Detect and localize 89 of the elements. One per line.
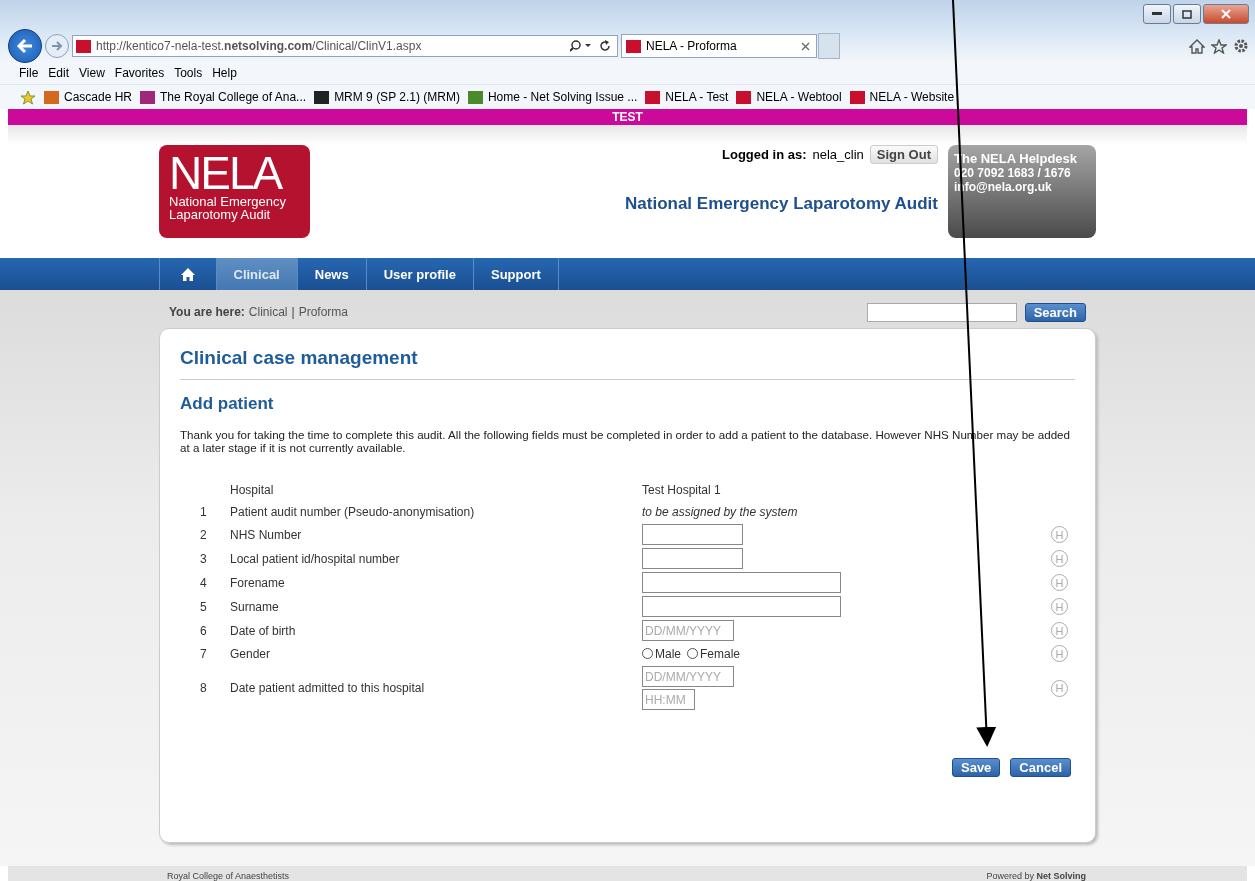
input-field[interactable] [642, 548, 743, 569]
date-field[interactable]: DD/MM/YYYY [642, 620, 734, 641]
radio-option[interactable]: Male [642, 646, 681, 661]
cancel-button[interactable]: Cancel [1010, 758, 1071, 777]
row-number: 6 [199, 623, 208, 638]
field-label: Date of birth [230, 623, 297, 638]
close-icon [1221, 9, 1231, 19]
favorite-link[interactable]: The Royal College of Ana... [140, 90, 307, 104]
star-icon[interactable] [1211, 38, 1227, 54]
field-label: Date patient admitted to this hospital [230, 681, 426, 695]
right-arrow-icon [51, 41, 63, 51]
favorite-link[interactable]: NELA - Webtool [736, 90, 842, 104]
menu-item[interactable]: Tools [169, 66, 208, 80]
minimize-button[interactable] [1143, 4, 1171, 24]
address-bar[interactable]: http://kentico7-nela-test.netsolving.com/Clinical/ClinV1.aspx [72, 35, 618, 57]
menu-item[interactable]: Edit [43, 66, 75, 80]
browser-tab[interactable]: NELA - Proforma [621, 34, 817, 58]
site-icon [626, 39, 641, 53]
forward-button[interactable] [45, 34, 69, 58]
site-icon [140, 90, 156, 104]
url-text: http://kentico7-nela-test.netsolving.com/Clinical/ClinV1.aspx [96, 39, 423, 53]
site-icon [314, 90, 330, 104]
footer-credit: Powered by Net Solving [986, 870, 1086, 881]
row-number: 7 [199, 646, 208, 661]
search-field[interactable] [866, 302, 1017, 322]
field-label: NHS Number [230, 527, 303, 542]
field-label: Patient audit number (Pseudo-anonymisation) [230, 504, 476, 519]
favorite-link[interactable]: NELA - Test [645, 90, 729, 104]
save-button[interactable]: Save [952, 758, 1001, 777]
field-label: Hospital [230, 482, 275, 497]
field-label: Surname [230, 599, 280, 614]
favorite-link[interactable]: MRM 9 (SP 2.1) (MRM) [314, 90, 460, 104]
favorite-link[interactable]: Home - Net Solving Issue ... [467, 90, 638, 104]
field-label: Forename [230, 575, 286, 590]
row-number: 1 [199, 504, 208, 519]
menu-item[interactable]: Favorites [109, 66, 170, 80]
page-title: Clinical case management [180, 347, 1075, 380]
footer-text: Royal College of Anaesthetists [167, 870, 290, 881]
breadcrumb-separator: | [291, 305, 295, 319]
time-field[interactable]: HH:MM [642, 689, 695, 710]
row-number: 3 [199, 551, 208, 566]
field-label: Local patient id/hospital number [230, 551, 401, 566]
search-icon[interactable] [570, 40, 594, 52]
row-number: 4 [199, 575, 208, 590]
back-button[interactable] [8, 29, 42, 63]
breadcrumb-link[interactable]: Proforma [298, 305, 348, 319]
search-button[interactable]: Search [1024, 302, 1086, 322]
favorite-link[interactable]: NELA - Website [849, 90, 955, 104]
field-label: Gender [230, 646, 272, 661]
sign-out-button[interactable]: Sign Out [869, 145, 938, 164]
home-icon[interactable] [1189, 38, 1205, 54]
site-icon [76, 39, 91, 53]
maximize-icon [1182, 9, 1192, 19]
site-title: National Emergency Laparotomy Audit [625, 194, 938, 214]
input-field[interactable] [642, 524, 743, 545]
environment-banner: TEST [8, 109, 1247, 125]
site-icon [849, 90, 865, 104]
site-icon [736, 90, 752, 104]
close-icon[interactable] [801, 41, 810, 51]
section-title: Add patient [180, 394, 275, 414]
left-arrow-icon [16, 38, 34, 54]
menu-item[interactable]: Help [207, 66, 242, 80]
username: nela_clin [812, 147, 864, 162]
date-field[interactable]: DD/MM/YYYY [642, 666, 734, 687]
star-icon[interactable] [20, 89, 36, 105]
settings-icon[interactable] [1233, 38, 1249, 54]
minimize-icon [1152, 12, 1162, 16]
radio-option[interactable]: Female [687, 646, 741, 661]
close-button[interactable] [1203, 4, 1249, 24]
maximize-button[interactable] [1173, 4, 1201, 24]
site-icon [467, 90, 483, 104]
input-field[interactable] [642, 572, 841, 593]
row-number: 2 [199, 527, 208, 542]
refresh-icon[interactable] [599, 40, 611, 52]
breadcrumb-link[interactable]: Clinical [248, 305, 288, 319]
breadcrumb: You are here: Clinical | Proforma [169, 305, 348, 319]
menu-item[interactable]: View [74, 66, 110, 80]
site-icon [645, 90, 661, 104]
site-icon [44, 90, 59, 104]
favorite-link[interactable]: Cascade HR [44, 90, 133, 104]
row-number: 5 [199, 599, 208, 614]
row-number: 8 [199, 681, 208, 695]
login-label: Logged in as: [722, 147, 807, 162]
nela-logo: NELA National Emergency Laparotomy Audit [159, 145, 310, 238]
menu-item[interactable]: File [14, 66, 44, 80]
home-icon [180, 267, 195, 281]
field-value: Test Hospital 1 [642, 482, 721, 497]
input-field[interactable] [642, 596, 841, 617]
field-note: to be assigned by the system [642, 504, 798, 519]
